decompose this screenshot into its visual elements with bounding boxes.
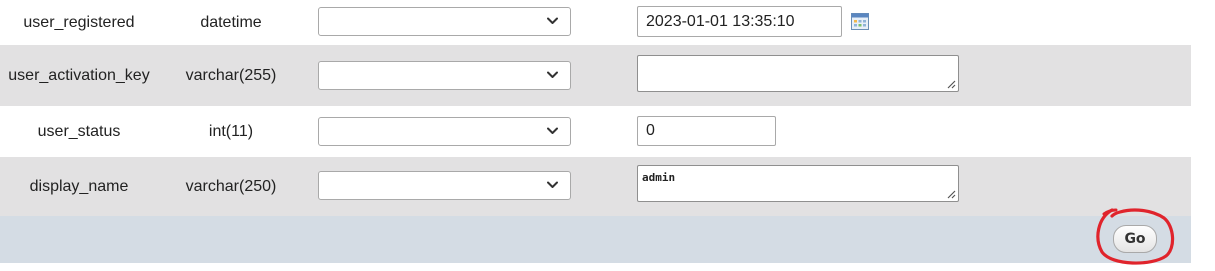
- value-input[interactable]: 0: [637, 116, 776, 146]
- chevron-down-icon: [547, 71, 558, 78]
- table-row: user_activation_key varchar(255): [0, 45, 1191, 106]
- value-textarea[interactable]: admin: [637, 165, 959, 202]
- go-button[interactable]: Go: [1113, 225, 1157, 253]
- column-name: user_status: [37, 122, 121, 140]
- value-input[interactable]: 2023-01-01 13:35:10: [637, 6, 842, 37]
- column-type: varchar(250): [185, 177, 277, 195]
- form-footer: [0, 216, 1191, 263]
- resize-grip-icon[interactable]: [946, 79, 956, 89]
- column-name: user_activation_key: [8, 66, 150, 84]
- column-name: user_registered: [23, 13, 135, 31]
- resize-grip-icon[interactable]: [946, 189, 956, 199]
- column-type: varchar(255): [185, 66, 277, 84]
- chevron-down-icon: [547, 17, 558, 24]
- chevron-down-icon: [547, 127, 558, 134]
- column-type: int(11): [208, 122, 254, 140]
- function-select[interactable]: [318, 61, 571, 90]
- table-row: display_name varchar(250) admin: [0, 157, 1191, 216]
- table-row: user_registered datetime 2023-01-01 13:3…: [0, 0, 1191, 45]
- column-type: datetime: [200, 13, 262, 31]
- value-textarea-text: admin: [642, 171, 676, 184]
- value-textarea[interactable]: [637, 55, 959, 92]
- function-select[interactable]: [318, 117, 571, 146]
- column-name: display_name: [29, 177, 129, 195]
- chevron-down-icon: [547, 181, 558, 188]
- table-row: user_status int(11) 0: [0, 106, 1191, 157]
- function-select[interactable]: [318, 7, 571, 36]
- calendar-icon[interactable]: [851, 13, 869, 30]
- function-select[interactable]: [318, 171, 571, 200]
